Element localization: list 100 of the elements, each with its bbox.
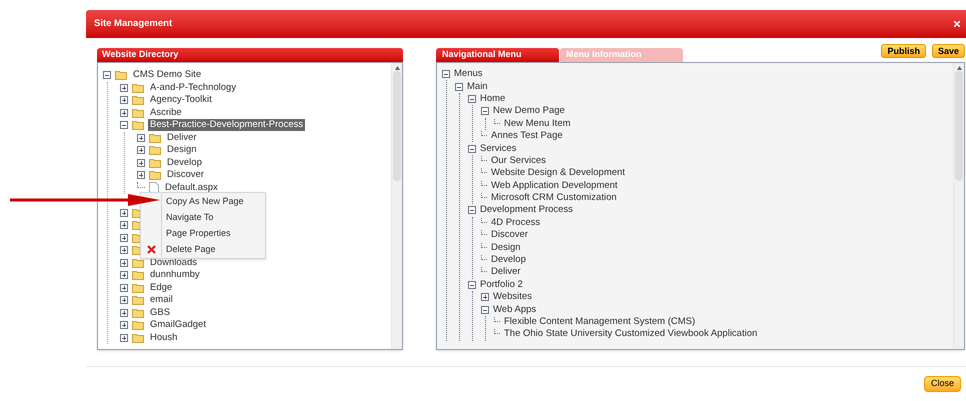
expand-icon[interactable] [481, 293, 489, 302]
menu-tree-item[interactable]: Microsoft CRM Customization [491, 192, 617, 204]
collapse-icon[interactable] [442, 70, 450, 78]
tree-item[interactable]: Deliver [165, 132, 199, 144]
expand-icon[interactable] [137, 146, 145, 154]
menu-tree-item[interactable]: Portfolio 2 [480, 278, 523, 291]
expand-icon[interactable] [120, 208, 128, 217]
expand-icon[interactable] [120, 221, 128, 230]
panel-title: Website Directory [102, 48, 178, 62]
toolbar-button[interactable]: Publish [881, 44, 926, 58]
tab[interactable]: Navigational Menu [436, 48, 559, 62]
toolbar-button[interactable]: Save [932, 44, 965, 58]
menu-tree-item[interactable]: Website Design & Development [491, 167, 625, 180]
expand-icon[interactable] [120, 321, 128, 330]
tree-connector-icon [494, 329, 500, 334]
collapse-icon[interactable] [468, 280, 476, 289]
menu-tree-item[interactable]: The Ohio State University Customized Viewbook Application [504, 328, 758, 340]
expand-icon[interactable] [120, 234, 128, 242]
menu-item[interactable]: Copy As New Page [161, 194, 265, 210]
tree-item[interactable]: Housh [148, 332, 180, 344]
folder-icon [149, 158, 161, 168]
folder-icon [132, 282, 144, 293]
tree-connector-icon [137, 182, 145, 188]
tree-connector-icon [494, 317, 500, 322]
collapse-icon[interactable] [455, 82, 463, 91]
menu-tree-item[interactable]: Develop [491, 254, 526, 266]
expand-icon[interactable] [120, 284, 128, 292]
tree-item[interactable]: Discover [165, 169, 206, 182]
expand-icon[interactable] [120, 271, 128, 280]
tree-item[interactable]: Design [165, 144, 199, 156]
menu-tree-item[interactable]: Websites [493, 291, 532, 304]
tree-item[interactable]: GmailGadget [148, 319, 208, 332]
tree-connector-icon [481, 230, 487, 236]
collapse-icon[interactable] [468, 206, 476, 214]
tree-item[interactable]: email [148, 294, 175, 306]
expand-icon[interactable] [120, 296, 128, 304]
tree-item[interactable]: Downloads [148, 256, 199, 269]
folder-icon [132, 120, 144, 130]
expand-icon[interactable] [120, 96, 128, 104]
menu-tree-item[interactable]: Discover [491, 229, 528, 242]
expand-icon[interactable] [120, 334, 128, 342]
collapse-icon[interactable] [468, 144, 476, 153]
tree-item[interactable]: Edge [148, 282, 174, 294]
expand-icon[interactable] [137, 158, 145, 167]
collapse-icon[interactable] [481, 107, 489, 116]
close-icon[interactable] [954, 21, 960, 27]
expand-icon[interactable] [120, 258, 128, 267]
menu-tree-item[interactable]: Services [480, 142, 516, 155]
menu-item[interactable]: Page Properties [161, 226, 265, 242]
tree-item[interactable]: dunnhumby [148, 269, 202, 282]
expand-icon[interactable] [120, 84, 128, 92]
menu-tree-item[interactable]: Home [480, 92, 506, 105]
menu-tree-item[interactable]: Our Services [491, 154, 546, 167]
menu-tree-item[interactable]: New Demo Page [493, 105, 565, 118]
collapse-icon[interactable] [120, 121, 128, 130]
folder-icon [132, 270, 144, 280]
folder-icon [132, 332, 144, 343]
expand-icon[interactable] [120, 108, 128, 117]
close-button[interactable]: Close [924, 376, 961, 392]
tree-item[interactable]: Best-Practice-Development-Process [148, 119, 306, 132]
tree-item[interactable]: A-and-P-Technology [148, 82, 238, 94]
tree-item[interactable]: Ascribe [148, 106, 184, 119]
expand-icon[interactable] [120, 308, 128, 317]
folder-icon [132, 258, 144, 268]
tree-connector-icon [494, 118, 500, 124]
collapse-icon[interactable] [481, 306, 489, 314]
folder-icon [132, 320, 144, 330]
folder-icon [132, 82, 144, 93]
menu-tree-item[interactable]: Annes Test Page [491, 130, 563, 142]
expand-icon[interactable] [137, 134, 145, 142]
expand-icon[interactable] [120, 246, 128, 254]
menu-tree-item[interactable]: Flexible Content Management System (CMS) [504, 316, 696, 328]
menu-tree-item[interactable]: Main [467, 80, 488, 93]
expand-icon[interactable] [137, 171, 145, 180]
collapse-icon[interactable] [103, 71, 111, 80]
menu-tree-item[interactable]: Deliver [491, 266, 521, 278]
tree-item[interactable]: Develop [165, 156, 204, 169]
folder-icon [132, 295, 144, 306]
menu-tree-item[interactable]: Web Application Development [491, 180, 618, 192]
folder-icon [132, 95, 144, 106]
menu-tree-item[interactable]: Development Process [480, 204, 573, 216]
tree-item[interactable]: Default.aspx [163, 182, 220, 194]
tree-connector-icon [481, 156, 487, 161]
scrollbar[interactable] [953, 63, 964, 349]
tree-connector-icon [481, 242, 487, 248]
delete-icon [146, 244, 156, 254]
menu-item[interactable]: Delete Page [161, 241, 265, 258]
tree-item[interactable]: CMS Demo Site [131, 69, 204, 82]
menu-tree-item[interactable]: Design [491, 242, 521, 254]
menu-tree-item[interactable]: Menus [454, 68, 483, 80]
menu-tree-item[interactable]: 4D Process [491, 216, 540, 229]
menu-item[interactable]: Navigate To [161, 210, 265, 226]
collapse-icon[interactable] [468, 94, 476, 103]
tree-item[interactable]: Agency-Toolkit [148, 94, 214, 106]
menu-tree-item[interactable]: New Menu Item [504, 118, 571, 130]
folder-icon [115, 70, 127, 80]
scrollbar[interactable] [391, 63, 402, 349]
menu-tree-item[interactable]: Web Apps [493, 304, 536, 316]
tree-item[interactable]: GBS [148, 306, 172, 319]
tree-connector-icon [481, 267, 487, 272]
